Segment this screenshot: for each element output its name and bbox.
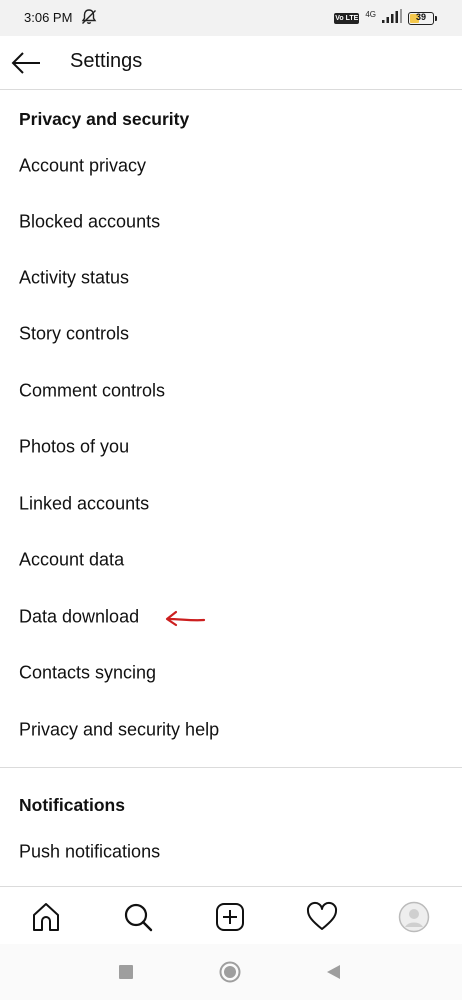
settings-item-label: Activity status	[19, 267, 130, 288]
home-icon[interactable]	[30, 901, 62, 933]
settings-item-label: Push notifications	[19, 841, 161, 862]
settings-item-label: Blocked accounts	[19, 211, 161, 232]
back-button[interactable]	[10, 50, 44, 76]
settings-item-label: Data download	[19, 606, 140, 627]
settings-item-account-data[interactable]: Account data	[0, 532, 462, 588]
settings-item-label: Contacts syncing	[19, 662, 157, 683]
settings-item-contacts-syncing[interactable]: Contacts syncing	[0, 645, 462, 701]
system-nav-bar	[0, 944, 462, 1000]
status-bar: 3:06 PM Vo LTE 4G 39	[0, 0, 462, 36]
status-time: 3:06 PM	[24, 10, 73, 25]
settings-item-label: Story controls	[19, 323, 130, 344]
settings-item-label: Account data	[19, 549, 125, 570]
settings-item-label: Linked accounts	[19, 493, 150, 514]
settings-item-label: Comment controls	[19, 380, 166, 401]
back-triangle-icon[interactable]	[325, 964, 341, 985]
search-icon[interactable]	[122, 901, 154, 933]
section-title-privacy: Privacy and security	[19, 109, 190, 129]
activity-heart-icon[interactable]	[306, 901, 338, 933]
mute-bell-icon	[80, 8, 98, 31]
section-divider	[0, 767, 462, 768]
settings-item-privacy-help[interactable]: Privacy and security help	[0, 702, 462, 758]
header-bar: Settings	[0, 36, 462, 90]
red-arrow-icon	[164, 609, 206, 634]
network-type: 4G	[365, 10, 376, 19]
back-arrow-icon	[11, 52, 40, 74]
volte-badge: Vo LTE	[334, 13, 360, 24]
battery-icon: 39	[408, 12, 437, 25]
recent-apps-icon[interactable]	[119, 965, 133, 984]
bottom-nav	[0, 886, 462, 945]
page-title: Settings	[70, 50, 143, 72]
settings-item-label: Privacy and security help	[19, 719, 220, 740]
settings-item-data-download[interactable]: Data download	[0, 589, 462, 645]
battery-percent: 39	[415, 12, 426, 22]
settings-item-comment-controls[interactable]: Comment controls	[0, 363, 462, 419]
home-circle-icon[interactable]	[219, 961, 241, 988]
settings-item-linked-accounts[interactable]: Linked accounts	[0, 476, 462, 532]
settings-item-label: Photos of you	[19, 436, 130, 457]
section-title-notifications: Notifications	[19, 795, 125, 815]
settings-item-blocked-accounts[interactable]: Blocked accounts	[0, 194, 462, 250]
settings-item-activity-status[interactable]: Activity status	[0, 250, 462, 306]
signal-bars-icon	[382, 9, 402, 28]
settings-item-push-notifications[interactable]: Push notifications	[0, 824, 462, 880]
add-post-icon[interactable]	[214, 901, 246, 933]
settings-item-account-privacy[interactable]: Account privacy	[0, 138, 462, 194]
profile-avatar-icon[interactable]	[398, 901, 430, 933]
settings-item-photos-of-you[interactable]: Photos of you	[0, 419, 462, 475]
settings-item-label: Account privacy	[19, 155, 147, 176]
settings-item-story-controls[interactable]: Story controls	[0, 306, 462, 362]
